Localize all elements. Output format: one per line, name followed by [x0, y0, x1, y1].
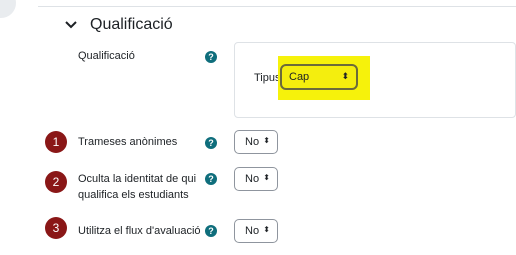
- marking-workflow-label: Utilitza el flux d'avaluació: [78, 225, 201, 237]
- grade-label: Qualificació: [78, 50, 135, 62]
- grade-type-value: Cap: [289, 71, 310, 83]
- hide-grader-select[interactable]: No ⬍: [234, 167, 278, 191]
- select-value: No: [245, 173, 260, 185]
- help-icon[interactable]: ?: [205, 51, 217, 63]
- select-value: No: [245, 225, 260, 237]
- hide-grader-label-line1: Oculta la identitat de qui: [78, 173, 197, 185]
- anonymous-submissions-label: Trameses anònimes: [78, 136, 178, 148]
- anonymous-submissions-select[interactable]: No ⬍: [234, 130, 278, 154]
- select-value: No: [245, 136, 260, 148]
- step-badge-2: 2: [45, 171, 67, 193]
- hide-grader-label: Oculta la identitat de qui qualifica els…: [78, 171, 196, 203]
- marking-workflow-select[interactable]: No ⬍: [234, 219, 278, 243]
- grade-type-select[interactable]: Cap ⬍: [280, 64, 358, 90]
- grade-type-label: Tipus: [254, 72, 281, 84]
- section-title: Qualificació: [90, 16, 173, 33]
- select-arrow-icon: ⬍: [263, 173, 270, 182]
- select-arrow-icon: ⬍: [263, 136, 270, 145]
- help-icon[interactable]: ?: [205, 225, 217, 237]
- help-icon[interactable]: ?: [205, 173, 217, 185]
- step-badge-3: 3: [45, 217, 67, 239]
- step-badge-1: 1: [45, 131, 67, 153]
- select-arrow-icon: ⬍: [263, 225, 270, 234]
- help-icon[interactable]: ?: [205, 137, 217, 149]
- chevron-down-icon[interactable]: [62, 16, 80, 34]
- hide-grader-label-line2: qualifica els estudiants: [78, 189, 189, 201]
- section-header[interactable]: Qualificació: [62, 16, 173, 34]
- divider: [38, 6, 516, 7]
- drawer-toggle[interactable]: [0, 0, 16, 18]
- select-arrow-icon: ⬍: [341, 71, 349, 81]
